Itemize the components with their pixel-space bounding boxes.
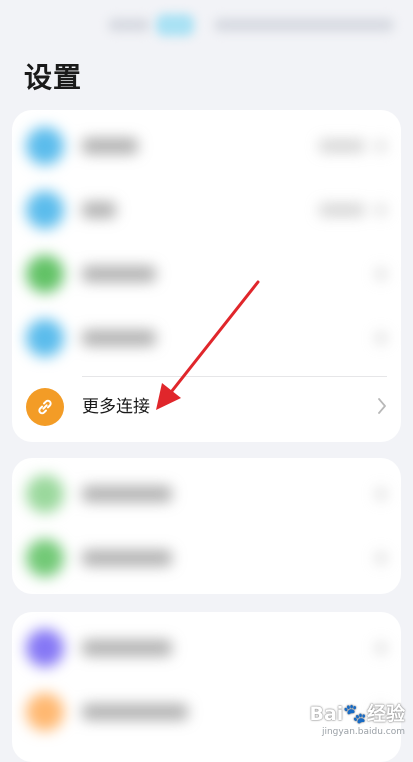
chevron-right-icon [377,141,385,151]
blurred-label [82,640,172,656]
chevron-right-icon [377,269,385,279]
watermark-brand-suffix: 经验 [366,703,405,725]
status-bar [0,0,413,52]
chevron-right-icon [377,489,385,499]
paw-icon: 🐾 [343,703,367,725]
settings-card-blurred [12,458,401,594]
watermark-url: jingyan.baidu.com [321,727,405,737]
blurred-label [82,202,116,218]
chevron-right-icon [377,553,385,563]
blurred-icon [26,255,64,293]
blurred-icon [26,319,64,357]
settings-row-blurred[interactable] [12,462,401,526]
blurred-value [319,140,365,152]
watermark-brand: Bai [309,703,344,725]
blurred-label [82,704,188,720]
blurred-icon [26,127,64,165]
settings-row-blurred[interactable] [12,178,401,242]
blurred-icon [26,475,64,513]
blurred-label [82,138,138,154]
baidu-watermark: Bai🐾经验 jingyan.baidu.com [309,702,405,738]
blurred-value [319,204,365,216]
settings-row-more-connections[interactable]: 更多连接 [12,375,401,439]
more-connections-label: 更多连接 [82,397,150,417]
blurred-icon [26,539,64,577]
blurred-icon [26,191,64,229]
blurred-icon [26,629,64,667]
settings-row-blurred[interactable] [12,526,401,590]
blurred-label [82,330,156,346]
chevron-right-icon [377,205,385,215]
settings-row-blurred[interactable] [12,242,401,306]
blurred-label [82,486,172,502]
status-bar-blur [156,14,194,36]
blurred-icon [26,693,64,731]
settings-card-blurred [12,612,401,762]
chevron-right-icon [377,333,385,343]
blurred-label [82,266,156,282]
page-title: 设置 [24,61,83,94]
settings-row-blurred[interactable] [12,616,401,680]
chevron-right-icon [377,397,387,419]
chevron-right-icon [377,643,385,653]
status-bar-blur [108,18,150,32]
settings-row-blurred[interactable] [12,306,401,370]
status-bar-blur [214,18,394,32]
settings-row-blurred[interactable] [12,114,401,178]
blurred-label [82,550,172,566]
settings-card-connections: 更多连接 [12,110,401,442]
link-icon [26,388,64,426]
